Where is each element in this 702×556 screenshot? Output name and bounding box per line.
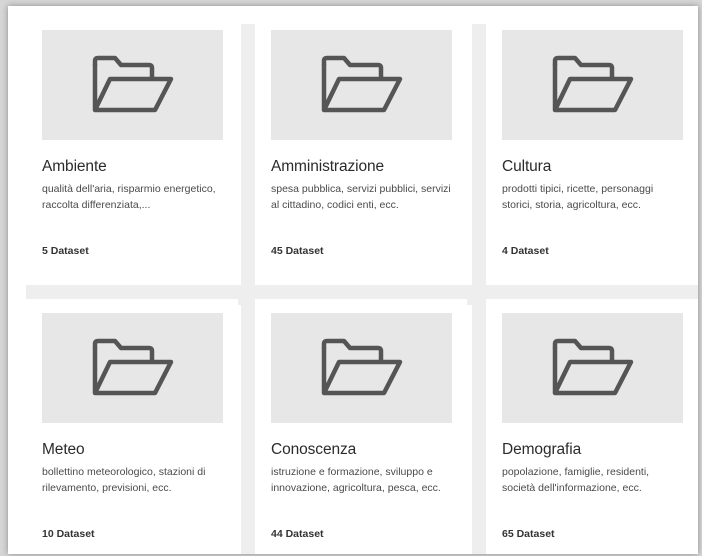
category-card-demografia[interactable]: Demografia popolazione, famiglie, reside… bbox=[486, 299, 698, 540]
category-card-cultura[interactable]: Cultura prodotti tipici, ricette, person… bbox=[486, 16, 698, 257]
category-grid: Ambiente qualità dell'aria, risparmio en… bbox=[8, 6, 698, 554]
column-separator bbox=[241, 24, 255, 554]
folder-icon bbox=[92, 338, 173, 396]
folder-icon bbox=[321, 55, 402, 113]
dataset-count: 45 Dataset bbox=[271, 245, 324, 257]
category-description: spesa pubblica, servizi pubblici, serviz… bbox=[271, 183, 451, 211]
category-thumbnail bbox=[502, 313, 683, 423]
category-card-ambiente[interactable]: Ambiente qualità dell'aria, risparmio en… bbox=[26, 16, 238, 257]
folder-icon bbox=[552, 338, 633, 396]
dataset-count: 65 Dataset bbox=[502, 528, 555, 540]
category-thumbnail bbox=[271, 313, 452, 423]
dataset-count: 44 Dataset bbox=[271, 528, 324, 540]
dataset-count: 5 Dataset bbox=[42, 245, 89, 257]
column-separator bbox=[472, 24, 486, 554]
category-thumbnail bbox=[42, 313, 223, 423]
category-thumbnail bbox=[42, 30, 223, 140]
category-description: bollettino meteorologico, stazioni di ri… bbox=[42, 466, 206, 494]
category-title[interactable]: Ambiente bbox=[42, 158, 223, 176]
category-thumbnail bbox=[502, 30, 683, 140]
category-card-conoscenza[interactable]: Conoscenza istruzione e formazione, svil… bbox=[255, 299, 467, 540]
folder-icon bbox=[552, 55, 633, 113]
dataset-count: 4 Dataset bbox=[502, 245, 549, 257]
category-title[interactable]: Conoscenza bbox=[271, 441, 452, 459]
category-title[interactable]: Demografia bbox=[502, 441, 683, 459]
category-description: istruzione e formazione, sviluppo e inno… bbox=[271, 466, 441, 494]
category-thumbnail bbox=[271, 30, 452, 140]
category-title[interactable]: Amministrazione bbox=[271, 158, 452, 176]
category-title[interactable]: Cultura bbox=[502, 158, 683, 176]
folder-icon bbox=[321, 338, 402, 396]
category-card-meteo[interactable]: Meteo bollettino meteorologico, stazioni… bbox=[26, 299, 238, 540]
category-description: prodotti tipici, ricette, personaggi sto… bbox=[502, 183, 654, 211]
category-description: popolazione, famiglie, residenti, societ… bbox=[502, 466, 650, 494]
category-description: qualità dell'aria, risparmio energetico,… bbox=[42, 183, 216, 211]
category-title[interactable]: Meteo bbox=[42, 441, 223, 459]
category-card-amministrazione[interactable]: Amministrazione spesa pubblica, servizi … bbox=[255, 16, 467, 257]
dataset-count: 10 Dataset bbox=[42, 528, 95, 540]
folder-icon bbox=[92, 55, 173, 113]
